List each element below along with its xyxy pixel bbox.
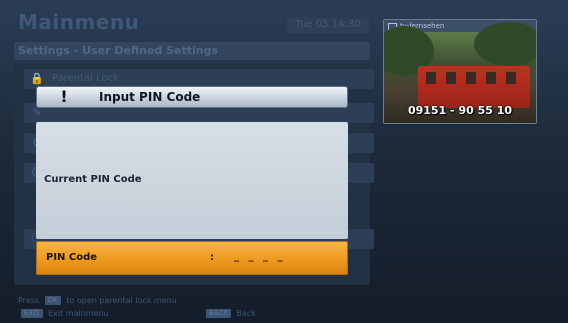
exit-label: Exit mainmenu [48, 309, 109, 318]
pin-code-input[interactable]: PIN Code : _ _ _ _ [36, 241, 348, 275]
ok-key-badge: OK [44, 296, 61, 305]
dialog-title: Input PIN Code [99, 90, 201, 104]
tram-window [426, 72, 436, 84]
lock-icon: 🔒 [30, 72, 44, 85]
pin-code-label: PIN Code [46, 252, 98, 263]
phone-number-overlay: 09151 - 90 55 10 [407, 104, 513, 117]
current-pin-label: Current PIN Code [44, 174, 142, 185]
dialog-body: Current PIN Code [36, 122, 348, 239]
back-label: Back [236, 309, 256, 318]
hint-text: Press OK to open parental lock menu [18, 296, 177, 305]
menu-title: Mainmenu [18, 10, 140, 34]
pin-separator: : [210, 252, 214, 263]
datetime-badge: Tue 05 14:30 [287, 17, 369, 33]
tram-window [506, 72, 516, 84]
exclamation-icon: ! [60, 87, 68, 106]
preview-video: 09151 - 90 55 10 [384, 22, 536, 123]
tree-shape [474, 22, 536, 66]
back-hint: BACK Back [203, 309, 256, 318]
dialog-titlebar: ! Input PIN Code [36, 86, 348, 108]
hint-prefix: Press [18, 296, 40, 305]
footer-bar: EXIT Exit mainmenu BACK Back [18, 309, 368, 318]
tram-window [486, 72, 496, 84]
exit-key-badge[interactable]: EXIT [21, 309, 43, 318]
tram-window [446, 72, 456, 84]
tv-preview-window: tv-fernsehen 09151 - 90 55 10 [383, 19, 537, 124]
hint-description: to open parental lock menu [66, 296, 177, 305]
pin-digits-field[interactable]: _ _ _ _ [234, 251, 285, 262]
pin-dialog: ! Input PIN Code Current PIN Code PIN Co… [36, 86, 348, 275]
tv-screen: Mainmenu Tue 05 14:30 Settings - User De… [0, 0, 568, 323]
tram-window [466, 72, 476, 84]
back-key-badge[interactable]: BACK [206, 309, 231, 318]
breadcrumb: Settings - User Defined Settings [14, 42, 370, 60]
tram-shape [418, 66, 530, 108]
